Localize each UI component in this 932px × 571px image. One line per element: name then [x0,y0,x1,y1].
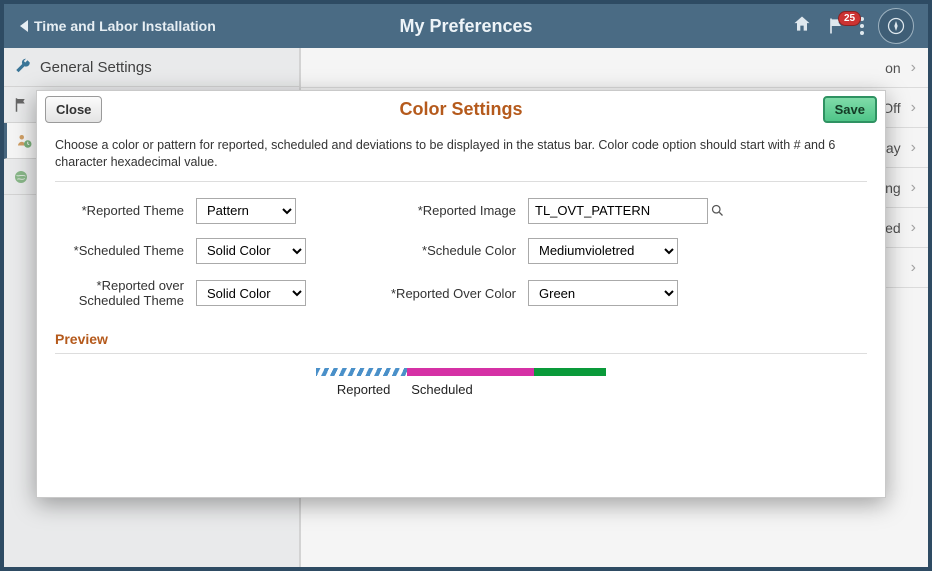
label-reported-over-color: *Reported Over Color [322,286,522,302]
preview-segment-reported [316,368,407,376]
preview-bar [316,368,606,376]
select-schedule-color[interactable]: Mediumvioletred [528,238,678,264]
top-icon-group: 25 [792,8,920,44]
compass-icon [886,16,906,36]
navbar-compass-button[interactable] [878,8,914,44]
modal-helper-text: Choose a color or pattern for reported, … [55,137,867,171]
select-reported-theme[interactable]: Pattern [196,198,296,224]
divider [55,353,867,354]
top-bar: Time and Labor Installation My Preferenc… [4,4,928,48]
color-settings-modal: Close Color Settings Save Choose a color… [36,90,886,498]
modal-body: Choose a color or pattern for reported, … [37,127,885,413]
label-schedule-color: *Schedule Color [322,243,522,258]
preview-segment-scheduled [407,368,534,376]
label-scheduled-theme: *Scheduled Theme [55,243,190,258]
preview-label-scheduled: Scheduled [411,382,472,397]
label-reported-theme: *Reported Theme [55,203,190,218]
save-button[interactable]: Save [823,96,877,123]
select-reported-over-color[interactable]: Green [528,280,678,306]
search-icon [710,203,725,218]
preview-labels: Reported Scheduled [316,382,606,397]
back-button[interactable]: Time and Labor Installation [12,14,224,38]
form-grid: *Reported Theme Pattern *Reported Image … [55,198,867,309]
page-title: My Preferences [399,16,532,37]
notification-badge: 25 [838,11,861,26]
chevron-left-icon [20,20,28,32]
preview-segment-over [534,368,607,376]
label-reported-over-scheduled-theme: *Reported over Scheduled Theme [55,278,190,309]
preview-title: Preview [55,331,867,347]
input-reported-image[interactable] [528,198,708,224]
close-button[interactable]: Close [45,96,102,123]
label-reported-image: *Reported Image [322,203,522,218]
modal-header: Close Color Settings Save [37,91,885,127]
select-reported-over-scheduled-theme[interactable]: Solid Color [196,280,306,306]
select-scheduled-theme[interactable]: Solid Color [196,238,306,264]
preview-label-reported: Reported [316,382,411,397]
back-button-label: Time and Labor Installation [34,18,216,34]
notifications-button[interactable]: 25 [826,16,846,36]
divider [55,181,867,182]
modal-title: Color Settings [399,99,522,120]
home-icon[interactable] [792,14,812,39]
lookup-button[interactable] [710,199,725,223]
